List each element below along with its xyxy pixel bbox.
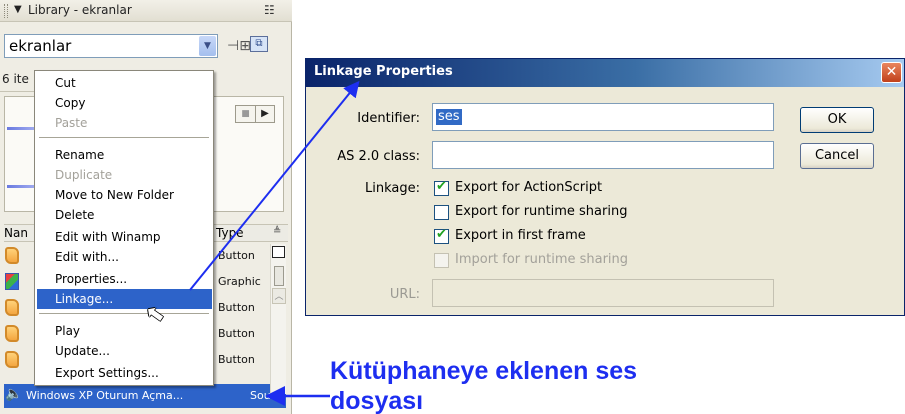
collapse-arrow-icon[interactable]: ▼ (14, 4, 22, 15)
graphic-symbol-icon (5, 273, 19, 290)
identifier-value: ses (436, 109, 462, 125)
dialog-title: Linkage Properties (314, 64, 453, 79)
new-folder-icon[interactable] (272, 246, 285, 258)
import-runtime-checkbox (434, 253, 449, 268)
class-label: AS 2.0 class: (337, 149, 420, 164)
menu-item-play[interactable]: Play (37, 321, 212, 341)
panel-grip-icon[interactable] (4, 4, 8, 18)
properties-icon[interactable] (274, 266, 284, 286)
menu-item-properties[interactable]: Properties... (37, 269, 212, 289)
export-actionscript-checkbox[interactable] (434, 179, 449, 196)
item-type: Button (218, 353, 255, 366)
item-type: Button (218, 301, 255, 314)
menu-item-cut[interactable]: Cut (37, 73, 212, 93)
menu-item-update[interactable]: Update... (37, 341, 212, 361)
export-first-frame-label[interactable]: Export in first frame (455, 228, 586, 243)
menu-separator (39, 137, 209, 138)
export-runtime-checkbox[interactable] (434, 205, 449, 220)
close-icon[interactable]: ✕ (881, 62, 902, 83)
ok-button[interactable]: OK (800, 107, 874, 133)
menu-separator (39, 313, 209, 314)
list-scrollbar[interactable]: ︿ (270, 244, 286, 394)
sort-toggle-icon[interactable]: ≜ (273, 226, 281, 237)
dialog-title-bar[interactable]: Linkage Properties ✕ (306, 59, 904, 87)
menu-item-edit-with[interactable]: Edit with... (37, 247, 212, 267)
menu-item-linkage[interactable]: Linkage... (37, 289, 212, 309)
button-symbol-icon (5, 351, 19, 368)
identifier-label: Identifier: (357, 111, 420, 126)
list-item-selected[interactable]: 🔈 Windows XP Oturum Açma... Sound (4, 384, 286, 408)
context-menu: Cut Copy Paste Rename Duplicate Move to … (34, 70, 214, 386)
annotation-caption: Kütüphaneye eklenen ses dosyası (330, 357, 638, 414)
item-name: Windows XP Oturum Açma... (26, 389, 184, 402)
export-runtime-label[interactable]: Export for runtime sharing (455, 204, 627, 219)
play-icon[interactable]: ▶ (256, 106, 274, 122)
column-name[interactable]: Nan (4, 226, 28, 240)
scroll-up-arrow[interactable]: ︿ (272, 288, 286, 304)
menu-item-duplicate: Duplicate (55, 168, 113, 182)
export-actionscript-label[interactable]: Export for ActionScript (455, 180, 602, 195)
menu-item-copy[interactable]: Copy (37, 93, 212, 113)
item-type: Graphic (218, 275, 261, 288)
class-field[interactable] (432, 141, 774, 169)
menu-item-delete[interactable]: Delete (37, 205, 212, 225)
column-type[interactable]: Type (216, 226, 244, 240)
pin-icon[interactable]: ⊣⊞ (227, 38, 251, 54)
url-label: URL: (389, 287, 420, 302)
menu-item-rename[interactable]: Rename (37, 145, 212, 165)
export-first-frame-checkbox[interactable] (434, 227, 449, 244)
item-type: Button (218, 327, 255, 340)
library-title: Library - ekranlar (28, 3, 132, 17)
identifier-field[interactable]: ses (432, 103, 774, 131)
sound-icon: 🔈 (5, 386, 23, 402)
cancel-button[interactable]: Cancel (800, 143, 874, 169)
library-title-bar[interactable]: ▼ Library - ekranlar ☷ (0, 0, 292, 22)
button-symbol-icon (5, 247, 19, 264)
menu-item-export-settings[interactable]: Export Settings... (37, 363, 212, 383)
menu-item-move-to-new-folder[interactable]: Move to New Folder (37, 185, 212, 205)
menu-item-edit-with-winamp[interactable]: Edit with Winamp (37, 227, 212, 247)
linkage-label: Linkage: (365, 181, 420, 196)
new-library-icon[interactable]: ⧉ (250, 36, 268, 52)
panel-options-icon[interactable]: ☷ (264, 3, 275, 17)
url-field (432, 279, 774, 307)
button-symbol-icon (5, 299, 19, 316)
import-runtime-label: Import for runtime sharing (455, 252, 629, 267)
library-select[interactable]: ekranlar ▼ (4, 34, 218, 58)
linkage-properties-dialog: Linkage Properties ✕ Identifier: ses AS … (305, 58, 905, 316)
preview-controls: ■ ▶ (235, 105, 275, 123)
library-select-value: ekranlar (9, 37, 72, 55)
button-symbol-icon (5, 325, 19, 342)
stop-icon[interactable]: ■ (236, 106, 256, 122)
item-type: Button (218, 249, 255, 262)
menu-item-paste: Paste (55, 116, 88, 130)
chevron-down-icon[interactable]: ▼ (199, 36, 216, 56)
